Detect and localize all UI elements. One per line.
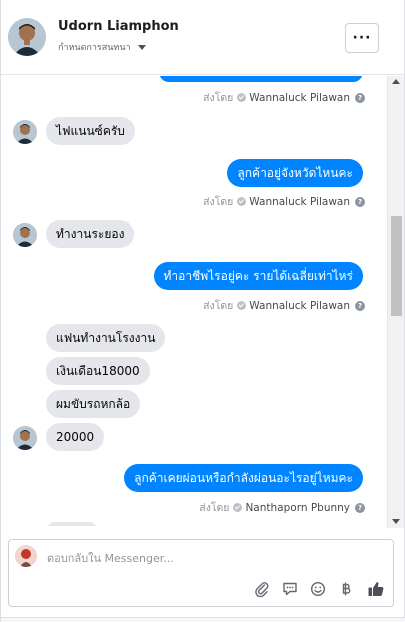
message-bubble-incoming: แฟนทำงานโรงงาน: [46, 324, 166, 352]
message-bubble-outgoing: ลูกค้าอยู่จังหวัดไหนคะ: [227, 159, 363, 187]
scroll-up-arrow-icon[interactable]: [392, 79, 400, 84]
check-icon: [237, 93, 247, 102]
contact-name[interactable]: Udorn Liamphon: [58, 19, 179, 34]
divider: [1, 617, 405, 622]
avatar[interactable]: [8, 18, 46, 56]
sent-by-agent: Wannaluck Pilawan: [249, 299, 350, 312]
sent-by-prefix: ส่งโดย: [203, 300, 234, 312]
avatar: [13, 120, 37, 144]
scroll-down-arrow-icon[interactable]: [392, 519, 400, 524]
sent-by-prefix: ส่งโดย: [199, 502, 230, 514]
conversation-header: Udorn Liamphon กำหนดการสนทนา ···: [1, 0, 404, 75]
help-icon[interactable]: ?: [355, 196, 365, 207]
message-list: ส่งโดย Wannaluck Pilawan ? ไฟแนนซ์ครับ ล…: [1, 76, 387, 526]
more-options-button[interactable]: ···: [345, 23, 379, 53]
message-bubble-incoming: ผมขับรถหกล้อ: [46, 390, 141, 418]
check-icon: [237, 301, 247, 310]
message-bubble-incoming: เงินเดือน18000: [46, 357, 150, 385]
sent-by-agent: Wannaluck Pilawan: [249, 91, 350, 104]
sent-by-meta: ส่งโดย Nanthaporn Pbunny ?: [199, 499, 365, 516]
conversation-schedule-dropdown[interactable]: กำหนดการสนทนา: [58, 40, 146, 54]
thumbs-up-icon[interactable]: [366, 579, 386, 599]
sent-by-meta: ส่งโดย Wannaluck Pilawan ?: [203, 297, 365, 314]
help-icon[interactable]: ?: [355, 502, 365, 513]
help-icon[interactable]: ?: [355, 92, 365, 103]
sent-by-meta: ส่งโดย Wannaluck Pilawan ?: [203, 89, 365, 106]
help-icon[interactable]: ?: [355, 300, 365, 311]
conversation-panel: Udorn Liamphon กำหนดการสนทนา ··· ส่งโดย …: [0, 0, 405, 622]
message-bubble-incoming: [46, 522, 98, 526]
baht-icon[interactable]: [336, 579, 356, 599]
message-bubble-outgoing: ลูกค้าเคยผ่อนหรือกำลังผ่อนอะไรอยู่ไหมคะ: [124, 464, 363, 492]
reply-composer: [8, 539, 394, 607]
message-bubble-outgoing: [159, 76, 363, 82]
avatar: [13, 426, 37, 450]
sent-by-agent: Wannaluck Pilawan: [249, 195, 350, 208]
scrollbar[interactable]: [387, 76, 404, 528]
check-icon: [233, 503, 243, 512]
message-bubble-incoming: ไฟแนนซ์ครับ: [46, 117, 135, 145]
scroll-thumb[interactable]: [391, 216, 402, 316]
message-bubble-incoming: 20000: [46, 423, 105, 451]
sent-by-agent: Nanthaporn Pbunny: [245, 501, 350, 514]
message-bubble-incoming: ทำงานระยอง: [46, 220, 135, 248]
schedule-label: กำหนดการสนทนา: [58, 43, 131, 53]
sent-by-prefix: ส่งโดย: [203, 92, 234, 104]
paperclip-icon[interactable]: [252, 579, 272, 599]
sent-by-meta: ส่งโดย Wannaluck Pilawan ?: [203, 193, 365, 210]
avatar: [13, 223, 37, 247]
caret-down-icon: [137, 44, 146, 50]
message-bubble-outgoing: ทำอาชีพไรอยู่คะ รายได้เฉลี่ยเท่าไหร่: [153, 262, 363, 290]
reply-input[interactable]: [47, 552, 377, 565]
chat-bubble-icon[interactable]: [280, 579, 300, 599]
smiley-icon[interactable]: [308, 579, 328, 599]
sent-by-prefix: ส่งโดย: [203, 196, 234, 208]
check-icon: [237, 197, 247, 206]
avatar: [15, 545, 37, 567]
